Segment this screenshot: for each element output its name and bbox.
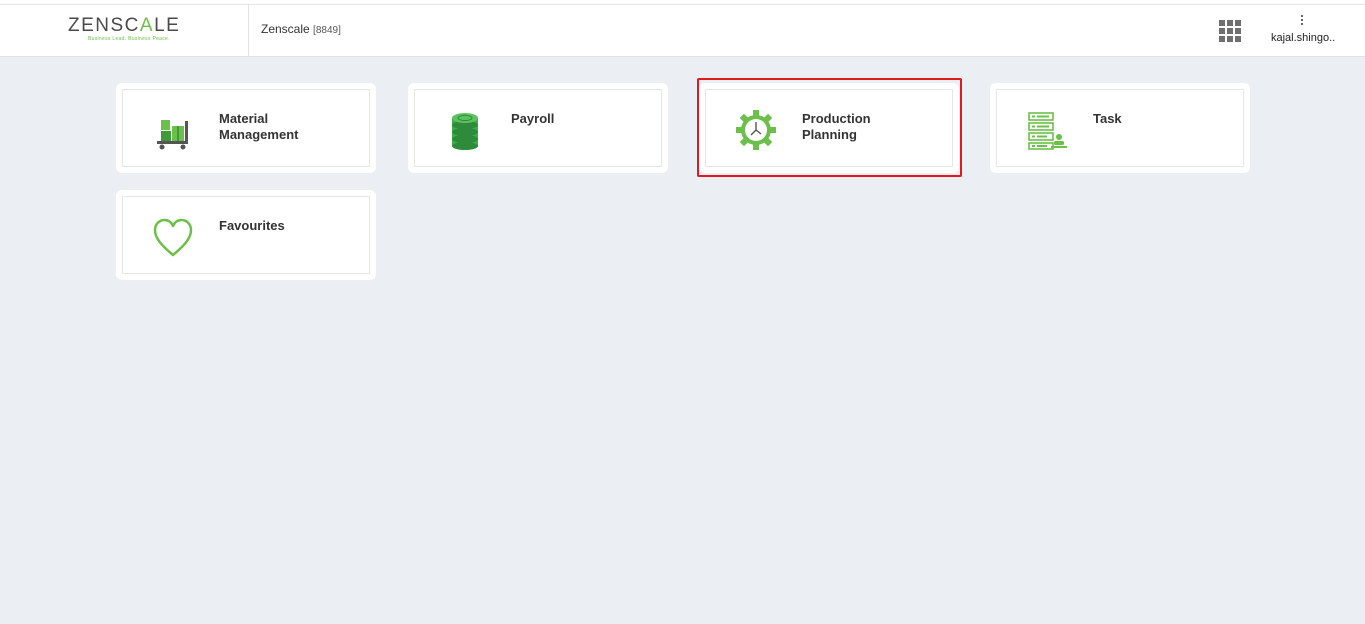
kebab-menu-icon[interactable] (1300, 15, 1304, 27)
logo-wordmark: ZENSCALE (68, 15, 181, 36)
zenscale-logo[interactable]: ZENSCALE Business Lead. Business Peace. (68, 15, 188, 45)
tile-body: Payroll (414, 89, 662, 167)
tile-label: Material Management (219, 111, 299, 142)
header-divider (248, 5, 249, 56)
company-code: [8849] (313, 25, 341, 36)
module-tile-production-planning[interactable]: Production Planning (699, 83, 959, 173)
company-name: Zenscale (261, 22, 310, 36)
heart-icon (153, 218, 193, 257)
trolley-boxes-icon (157, 120, 188, 150)
tile-label: Favourites (219, 218, 285, 233)
company-selector[interactable]: Zenscale [8849] (261, 22, 341, 36)
task-list-icon (1028, 112, 1067, 150)
tile-body: Task (996, 89, 1244, 167)
grid-apps-icon[interactable] (1219, 20, 1242, 43)
tile-label: Production Planning (802, 111, 871, 142)
gear-clock-icon (736, 110, 776, 150)
tile-label: Payroll (511, 111, 555, 126)
tile-body: Production Planning (705, 89, 953, 167)
module-tile-favourites[interactable]: Favourites (116, 190, 376, 280)
user-menu[interactable]: kajal.shingo.. (1262, 13, 1352, 49)
tile-label: Task (1093, 111, 1122, 126)
module-tile-task[interactable]: Task (990, 83, 1250, 173)
module-tile-material-management[interactable]: Material Management (116, 83, 376, 173)
module-tile-payroll[interactable]: Payroll (408, 83, 668, 173)
tile-body: Favourites (122, 196, 370, 274)
coin-stack-icon (452, 113, 478, 150)
tile-body: Material Management (122, 89, 370, 167)
username-label: kajal.shingo.. (1271, 32, 1336, 44)
app-header: ZENSCALE Business Lead. Business Peace. … (0, 5, 1365, 57)
logo-tagline: Business Lead. Business Peace. (88, 36, 170, 42)
